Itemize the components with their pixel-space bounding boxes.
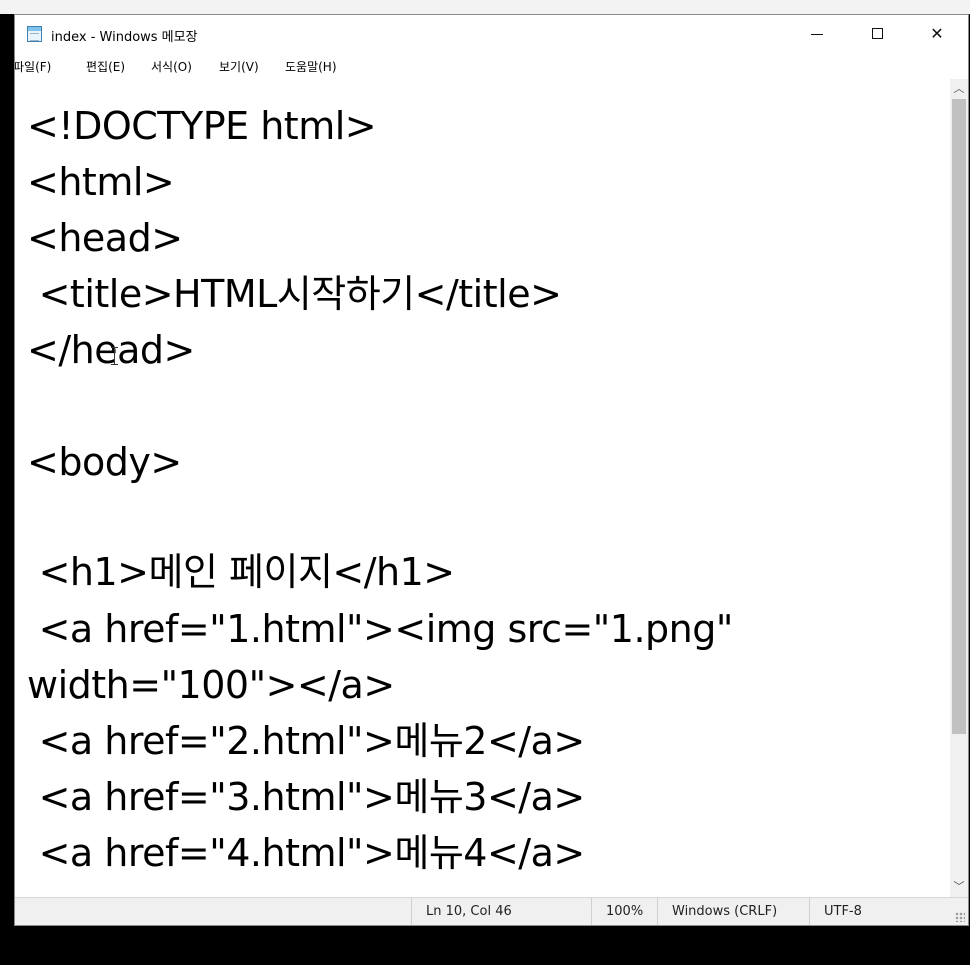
maximize-icon xyxy=(872,28,883,39)
menu-bar: 파일(F) 편집(E) 서식(O) 보기(V) 도움말(H) xyxy=(15,55,968,79)
menu-file[interactable]: 파일(F) xyxy=(15,58,51,75)
title-bar[interactable]: index - Windows 메모장 ✕ xyxy=(15,15,968,53)
status-encoding: UTF-8 xyxy=(809,898,929,925)
minimize-button[interactable] xyxy=(794,15,840,53)
vertical-scrollbar[interactable]: ︿ ﹀ xyxy=(950,79,968,897)
scroll-down-icon[interactable]: ﹀ xyxy=(950,877,968,897)
status-cursor-position: Ln 10, Col 46 xyxy=(411,898,591,925)
status-zoom: 100% xyxy=(591,898,657,925)
editor-line: <a href="3.html">메뉴3</a> xyxy=(27,775,586,819)
text-cursor-icon xyxy=(111,347,118,365)
desktop-strip xyxy=(0,0,970,14)
menu-edit[interactable]: 편집(E) xyxy=(86,58,125,75)
minimize-icon xyxy=(811,34,823,35)
editor-line: <html> xyxy=(27,160,175,204)
editor-line: <!DOCTYPE html> xyxy=(27,104,377,148)
menu-view[interactable]: 보기(V) xyxy=(219,58,259,75)
close-icon: ✕ xyxy=(930,24,944,43)
editor-line: <a href="2.html">메뉴2</a> xyxy=(27,719,586,763)
text-editor[interactable]: <!DOCTYPE html> <html> <head> <title>HTM… xyxy=(15,79,950,897)
menu-format[interactable]: 서식(O) xyxy=(151,58,192,75)
editor-line: width="100"></a> xyxy=(27,663,395,707)
editor-line: <a href="4.html">메뉴4</a> xyxy=(27,831,586,875)
scroll-up-icon[interactable]: ︿ xyxy=(950,79,968,99)
close-button[interactable]: ✕ xyxy=(914,15,960,53)
scroll-thumb[interactable] xyxy=(952,99,966,734)
editor-line: <a href="1.html"><img src="1.png" xyxy=(27,607,734,651)
notepad-window: index - Windows 메모장 ✕ 파일(F) 편집(E) 서식(O) … xyxy=(14,14,969,926)
menu-help[interactable]: 도움말(H) xyxy=(285,58,337,75)
editor-line: <h1>메인 페이지</h1> xyxy=(27,550,456,594)
window-title: index - Windows 메모장 xyxy=(51,30,198,45)
editor-line: <body> xyxy=(27,440,182,484)
status-line-ending: Windows (CRLF) xyxy=(657,898,809,925)
notepad-icon xyxy=(27,26,42,42)
resize-grip-icon[interactable] xyxy=(955,912,965,922)
maximize-button[interactable] xyxy=(854,15,900,53)
editor-line: <title>HTML시작하기</title> xyxy=(27,272,562,316)
editor-line: <head> xyxy=(27,216,183,260)
status-bar: Ln 10, Col 46 100% Windows (CRLF) UTF-8 xyxy=(15,897,968,925)
